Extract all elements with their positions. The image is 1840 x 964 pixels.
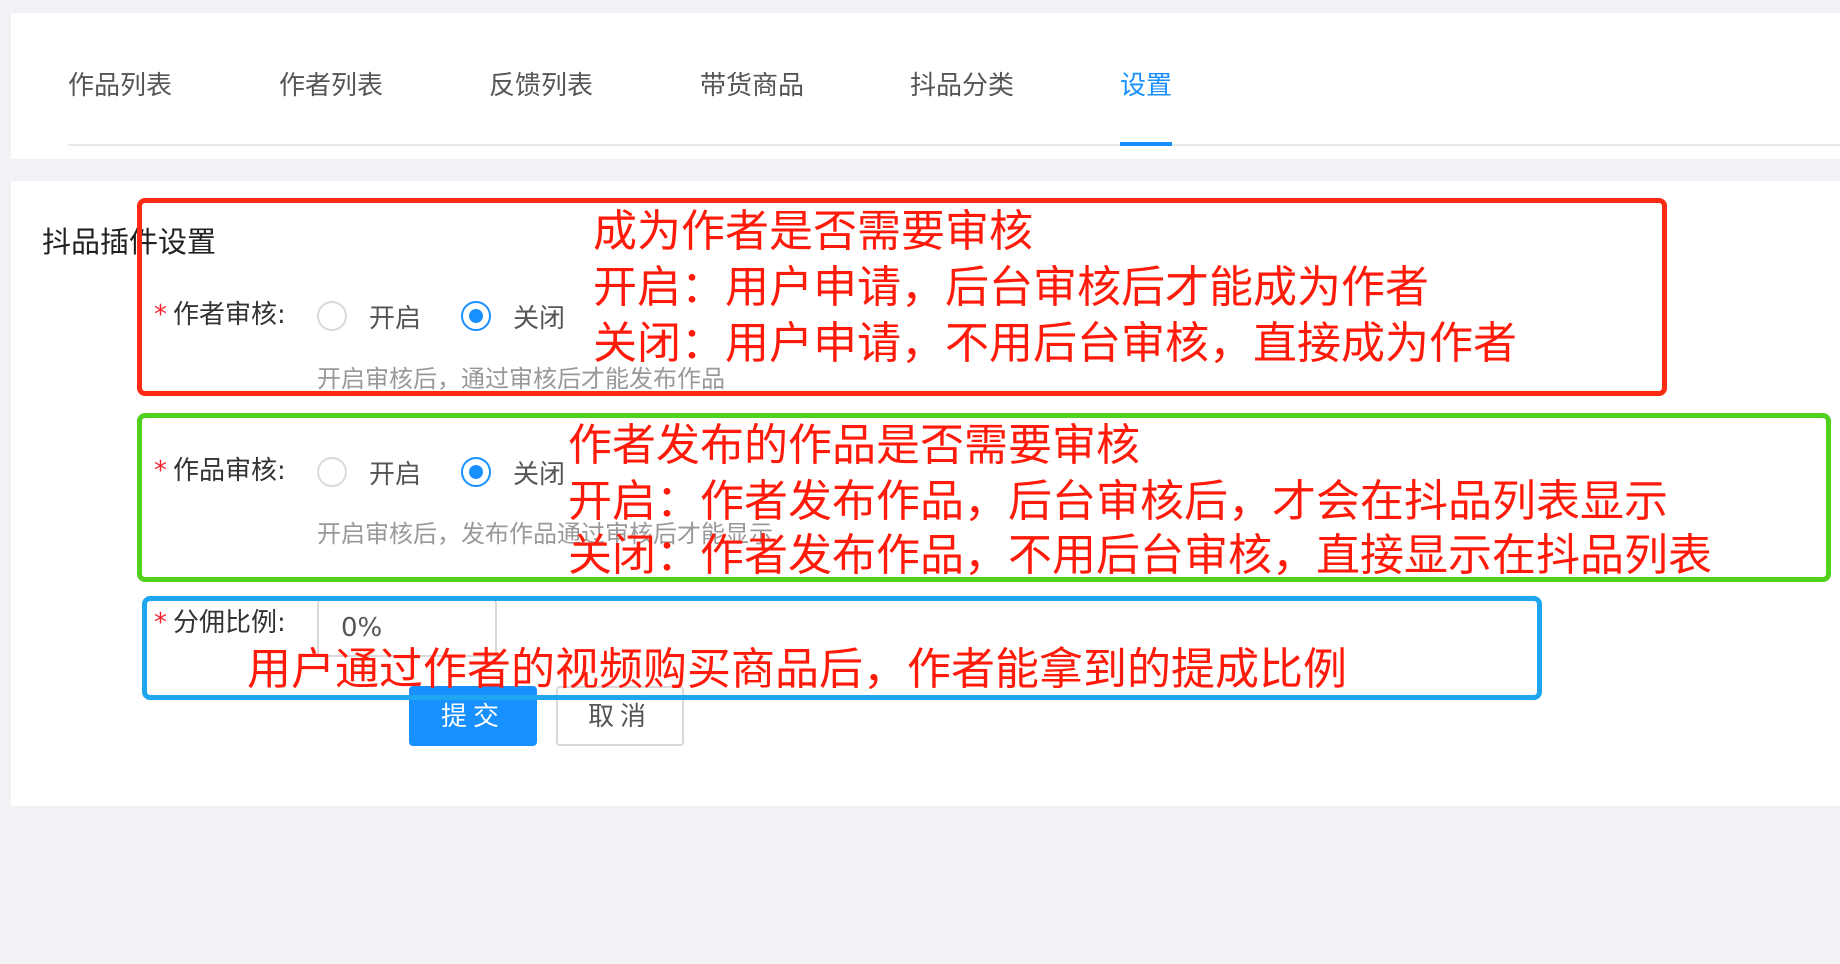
- tab-authors-list[interactable]: 作者列表: [279, 53, 383, 144]
- radio-label: 开启: [369, 303, 422, 334]
- tab-bar: 作品列表 作者列表 反馈列表 带货商品 抖品分类 设置: [68, 13, 1840, 146]
- author-review-label: * 作者审核:: [154, 291, 286, 339]
- label-text: 作品审核:: [173, 456, 286, 486]
- required-mark: *: [154, 608, 167, 638]
- radio-circle: [317, 457, 347, 487]
- radio-circle: [461, 301, 491, 331]
- work-review-radio-off[interactable]: 关闭: [461, 455, 566, 490]
- work-review-radio-on[interactable]: 开启: [317, 455, 422, 490]
- cancel-button[interactable]: 取消: [556, 686, 684, 746]
- author-review-help: 开启审核后，通过审核后才能发布作品: [317, 365, 725, 393]
- radio-circle: [317, 301, 347, 331]
- tab-goods[interactable]: 带货商品: [700, 53, 804, 144]
- author-review-radio-on[interactable]: 开启: [317, 299, 422, 334]
- author-review-radio-off[interactable]: 关闭: [461, 299, 566, 334]
- work-review-help: 开启审核后，发布作品通过审核后才能显示: [317, 520, 773, 548]
- tab-label: 作品列表: [68, 71, 173, 101]
- radio-circle: [461, 457, 491, 487]
- tab-categories[interactable]: 抖品分类: [910, 53, 1014, 144]
- tab-feedback-list[interactable]: 反馈列表: [489, 53, 593, 144]
- settings-form-card: 抖品插件设置 * 作者审核: 开启 关闭 开启审核后，通过审核后才能发布作品 * 作…: [11, 181, 1840, 806]
- work-review-row: * 作品审核: 开启 关闭: [11, 447, 1840, 495]
- label-text: 作者审核:: [173, 300, 286, 330]
- required-mark: *: [154, 300, 167, 330]
- tab-label: 带货商品: [700, 71, 805, 101]
- tab-label: 抖品分类: [910, 71, 1015, 101]
- section-title: 抖品插件设置: [42, 225, 217, 259]
- tab-label: 设置: [1120, 71, 1173, 101]
- radio-label: 关闭: [513, 303, 566, 334]
- commission-row: * 分佣比例: 0%: [11, 599, 1840, 657]
- tab-works-list[interactable]: 作品列表: [68, 53, 172, 144]
- radio-label: 开启: [369, 459, 422, 490]
- tab-ink: [1120, 142, 1173, 146]
- required-mark: *: [154, 456, 167, 486]
- tab-settings[interactable]: 设置: [1120, 53, 1173, 146]
- tab-card: 作品列表 作者列表 反馈列表 带货商品 抖品分类 设置: [11, 13, 1840, 159]
- commission-label: * 分佣比例:: [154, 599, 286, 647]
- submit-button[interactable]: 提交: [409, 686, 537, 746]
- commission-input[interactable]: 0%: [317, 599, 497, 657]
- label-text: 分佣比例:: [173, 608, 286, 638]
- tab-label: 作者列表: [279, 71, 384, 101]
- radio-label: 关闭: [513, 459, 566, 490]
- author-review-row: * 作者审核: 开启 关闭: [11, 291, 1840, 339]
- tab-label: 反馈列表: [489, 71, 594, 101]
- work-review-label: * 作品审核:: [154, 447, 286, 495]
